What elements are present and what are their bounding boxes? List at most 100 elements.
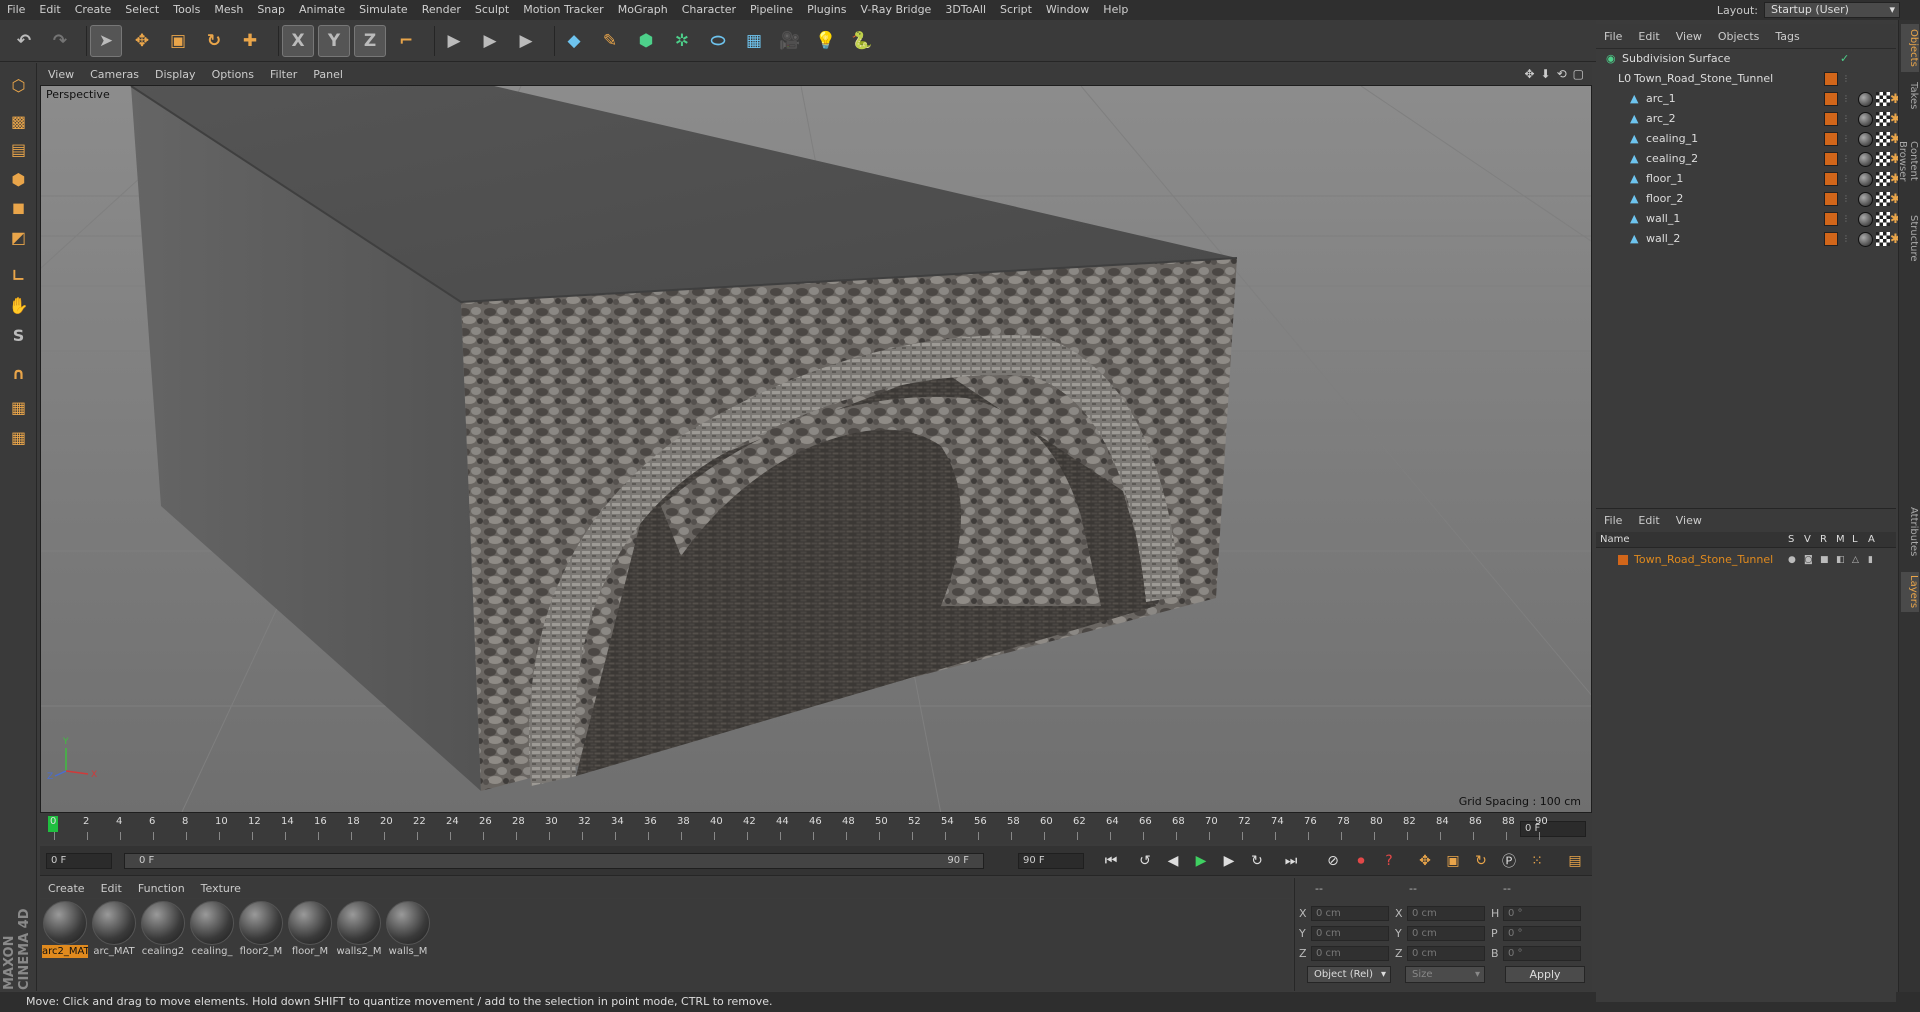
layer-color-tag[interactable] — [1824, 72, 1838, 86]
previous-keyframe-button[interactable]: ↺ — [1134, 851, 1156, 871]
menu-item-snap[interactable]: Snap — [250, 0, 292, 20]
coordinate-mode-dropdown[interactable]: Object (Rel) — [1307, 966, 1391, 983]
snap-icon[interactable]: S — [4, 321, 33, 350]
visibility-dots-icon[interactable]: ⋮ — [1842, 149, 1850, 169]
object-row[interactable]: ▲ arc_2 ⋮ ✱ — [1596, 109, 1901, 129]
x-axis-lock-button[interactable]: X — [282, 25, 314, 57]
timeline-ruler[interactable]: 0 F 0 2 4 6 8 10 12 14 16 18 20 22 24 26 28 30 32 34 36 38 4… — [40, 814, 1592, 844]
floor-object-button[interactable]: ▦ — [738, 25, 770, 57]
uvw-tag-icon[interactable] — [1876, 92, 1890, 106]
menu-item-mesh[interactable]: Mesh — [207, 0, 250, 20]
visibility-dots-icon[interactable]: ⋮ — [1842, 189, 1850, 209]
object-row[interactable]: ▲ wall_1 ⋮ ✱ — [1596, 209, 1901, 229]
material-swatch[interactable]: cealing_ — [189, 901, 235, 958]
manager-toggle-icon[interactable]: ◧ — [1836, 550, 1845, 570]
size-mode-dropdown[interactable]: Size — [1405, 966, 1485, 983]
previous-frame-button[interactable]: ◀ — [1162, 851, 1184, 871]
uvw-tag-icon[interactable] — [1876, 152, 1890, 166]
key-parameter-icon[interactable]: Ⓟ — [1498, 851, 1520, 871]
uvw-tag-icon[interactable] — [1876, 232, 1890, 246]
animation-toggle-icon[interactable]: ▮ — [1868, 550, 1873, 570]
position-x-field[interactable]: 0 cm — [1311, 906, 1389, 921]
uvw-tag-icon[interactable] — [1876, 212, 1890, 226]
rotate-tool-button[interactable]: ↻ — [198, 25, 230, 57]
layer-menu-edit[interactable]: Edit — [1630, 514, 1667, 527]
material-tag-icon[interactable] — [1858, 172, 1873, 187]
visibility-dots-icon[interactable]: ⋮ — [1842, 69, 1850, 89]
camera-button[interactable]: 🎥 — [774, 25, 806, 57]
y-axis-lock-button[interactable]: Y — [318, 25, 350, 57]
record-keyframe-icon[interactable]: ⏺ — [1350, 851, 1372, 871]
material-tag-icon[interactable] — [1858, 212, 1873, 227]
tweak-icon[interactable]: ✋ — [4, 291, 33, 320]
material-tag-icon[interactable] — [1858, 232, 1873, 247]
menu-item-animate[interactable]: Animate — [292, 0, 352, 20]
apply-button[interactable]: Apply — [1505, 966, 1585, 983]
motion-record-icon[interactable]: ⊘ — [1322, 851, 1344, 871]
current-frame-field[interactable]: 0 F — [1520, 821, 1586, 837]
make-editable-icon[interactable]: ⬡ — [4, 71, 33, 100]
material-swatch[interactable]: floor2_M — [238, 901, 284, 958]
menu-item-file[interactable]: File — [0, 0, 32, 20]
frame-range-slider[interactable]: 0 F 90 F — [124, 853, 984, 869]
uvw-tag-icon[interactable] — [1876, 132, 1890, 146]
menu-item-render[interactable]: Render — [415, 0, 468, 20]
enabled-check-icon[interactable]: ✓ — [1840, 49, 1849, 69]
material-tag-icon[interactable] — [1858, 112, 1873, 127]
position-z-field[interactable]: 0 cm — [1311, 946, 1389, 961]
material-menu-function[interactable]: Function — [130, 882, 193, 895]
layer-color-tag[interactable] — [1824, 92, 1838, 106]
menu-item-v-ray-bridge[interactable]: V-Ray Bridge — [853, 0, 938, 20]
move-tool-button[interactable]: ✥ — [126, 25, 158, 57]
layer-row[interactable]: Town_Road_Stone_Tunnel ● ◙ ■ ◧ △ ▮ — [1596, 550, 1896, 570]
perspective-viewport[interactable]: Y X Z Perspective Grid Spacing : 100 cm — [40, 85, 1592, 813]
visibility-dots-icon[interactable]: ⋮ — [1842, 129, 1850, 149]
object-row[interactable]: ◉ Subdivision Surface ✓ — [1596, 49, 1896, 69]
material-menu-texture[interactable]: Texture — [193, 882, 249, 895]
visibility-dots-icon[interactable]: ⋮ — [1842, 229, 1850, 249]
z-axis-lock-button[interactable]: Z — [354, 25, 386, 57]
model-mode-icon[interactable]: ▩ — [4, 107, 33, 136]
render-to-picture-viewer-button[interactable]: ▶ — [474, 25, 506, 57]
size-y-field[interactable]: 0 cm — [1407, 926, 1485, 941]
material-swatch[interactable]: walls_M — [385, 901, 431, 958]
menu-item-sculpt[interactable]: Sculpt — [468, 0, 516, 20]
layer-color-tag[interactable] — [1824, 152, 1838, 166]
object-menu-view[interactable]: View — [1668, 30, 1710, 43]
edit-render-settings-button[interactable]: ▶ — [510, 25, 542, 57]
deformer-button[interactable]: ⬭ — [702, 25, 734, 57]
object-menu-edit[interactable]: Edit — [1630, 30, 1667, 43]
light-button[interactable]: 💡 — [810, 25, 842, 57]
size-x-field[interactable]: 0 cm — [1407, 906, 1485, 921]
uvw-tag-icon[interactable] — [1876, 172, 1890, 186]
menu-item-motion-tracker[interactable]: Motion Tracker — [516, 0, 610, 20]
live-selection-button[interactable]: ➤ — [90, 25, 122, 57]
layer-color-tag[interactable] — [1824, 232, 1838, 246]
start-frame-field[interactable]: 0 F — [46, 853, 112, 869]
render-view-button[interactable]: ▶ — [438, 25, 470, 57]
play-button[interactable]: ▶ — [1190, 851, 1212, 871]
menu-item-character[interactable]: Character — [675, 0, 743, 20]
edges-mode-icon[interactable]: ◩ — [4, 223, 33, 252]
viewport-menu-display[interactable]: Display — [147, 68, 204, 81]
right-tab-content-browser[interactable]: Content Browser — [1897, 120, 1919, 202]
material-tag-icon[interactable] — [1858, 152, 1873, 167]
zoom-icon[interactable]: ⬇ — [1541, 67, 1551, 81]
key-scale-icon[interactable]: ▣ — [1442, 851, 1464, 871]
go-to-end-button[interactable]: ⏭ — [1280, 851, 1302, 871]
object-row[interactable]: ▲ floor_2 ⋮ ✱ — [1596, 189, 1901, 209]
menu-item-3dtoall[interactable]: 3DToAll — [938, 0, 993, 20]
material-swatch[interactable]: floor_M — [287, 901, 333, 958]
redo-button[interactable]: ↷ — [44, 25, 76, 57]
lock-toggle-icon[interactable]: △ — [1852, 550, 1859, 570]
viewport-menu-options[interactable]: Options — [204, 68, 262, 81]
material-swatch[interactable]: cealing2 — [140, 901, 186, 958]
position-y-field[interactable]: 0 cm — [1311, 926, 1389, 941]
viewport-menu-cameras[interactable]: Cameras — [82, 68, 147, 81]
next-frame-button[interactable]: ▶ — [1218, 851, 1240, 871]
menu-item-script[interactable]: Script — [993, 0, 1039, 20]
layout-dropdown[interactable]: Startup (User) — [1764, 2, 1900, 18]
object-row[interactable]: ▲ wall_2 ⋮ ✱ — [1596, 229, 1901, 249]
object-row[interactable]: ▲ arc_1 ⋮ ✱ — [1596, 89, 1901, 109]
go-to-start-button[interactable]: ⏮ — [1100, 851, 1122, 871]
